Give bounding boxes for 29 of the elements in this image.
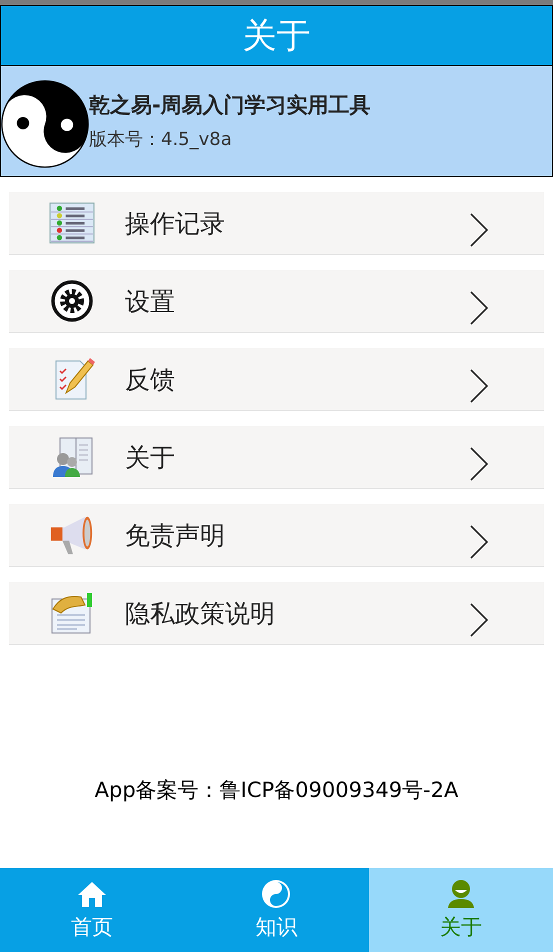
home-icon [77,879,108,909]
menu-label: 设置 [125,286,176,318]
menu-label: 关于 [125,442,176,474]
menu-item[interactable]: 关于 [9,426,544,489]
version-text: 版本号：4.5_v8a [89,128,233,151]
person-icon [446,879,476,909]
menu-item[interactable]: 操作记录 [9,192,544,255]
chevron-icon [469,290,489,326]
menu-label: 免责声明 [125,520,226,552]
chevron-icon [469,524,489,560]
yin-yang-icon [261,879,292,909]
tab[interactable]: 关于 [368,868,553,952]
menu-label: 隐私政策说明 [125,598,276,630]
menu-item[interactable]: 免责声明 [9,504,544,567]
registration-text: App备案号：鲁ICP备09009349号-2A [94,777,458,804]
menu-item[interactable]: 设置 [9,270,544,333]
chevron-icon [469,212,489,248]
menu-label: 反馈 [125,364,176,396]
chevron-icon [469,368,489,404]
chevron-icon [469,602,489,638]
chevron-icon [469,446,489,482]
settings-icon [49,279,95,323]
menu-item[interactable]: 隐私政策说明 [9,582,544,645]
menu-label: 操作记录 [125,208,226,240]
document-hand-icon [49,591,95,635]
app-name: 乾之易-周易入门学习实用工具 [89,92,371,119]
page-title: 关于 [242,14,310,58]
list-icon [49,201,95,245]
menu-item[interactable]: 反馈 [9,348,544,411]
